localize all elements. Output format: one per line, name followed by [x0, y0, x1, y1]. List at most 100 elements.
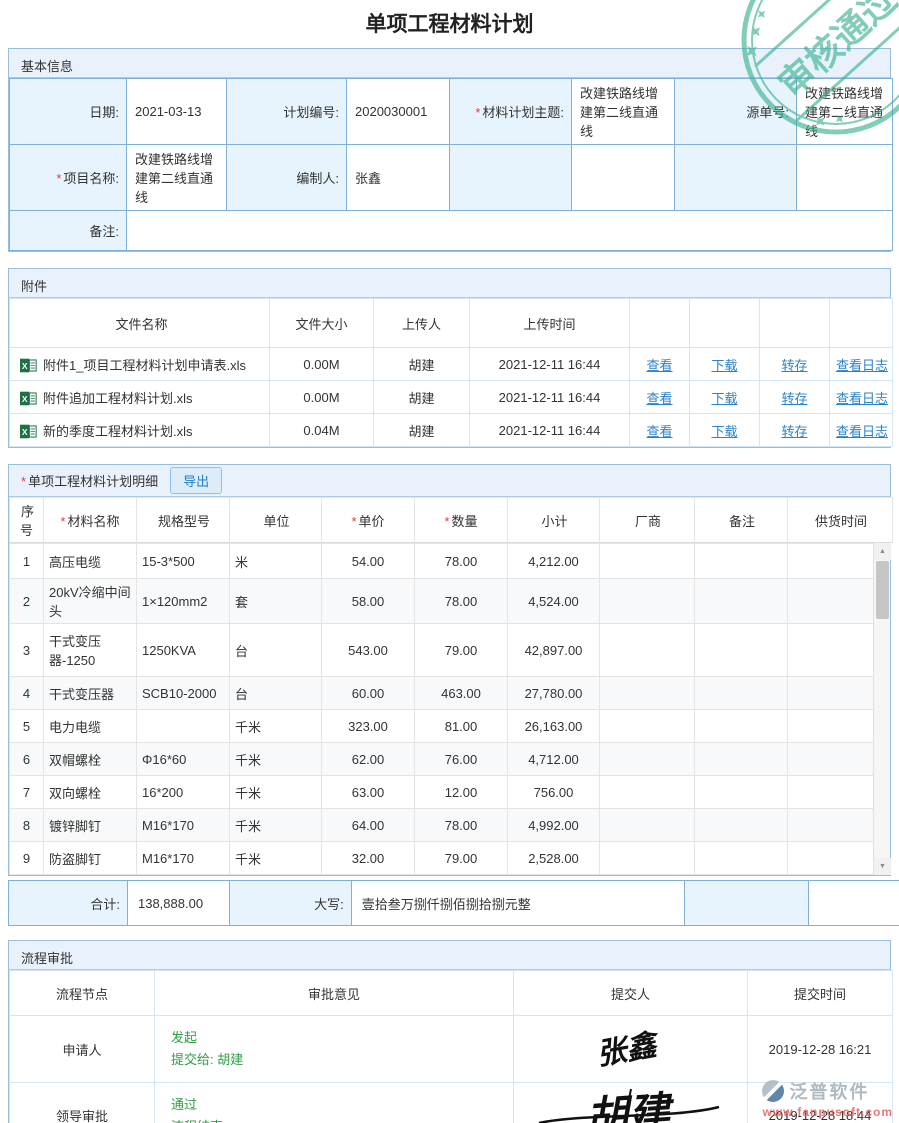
approval-row: 申请人 发起 提交给: 胡建 张鑫 2019-12-28 16:21	[10, 1016, 893, 1083]
material-row: 220kV冷缩中间头1×120mm2套58.0078.004,524.00	[10, 579, 876, 624]
col-empty	[830, 299, 893, 348]
detail-section-title: *单项工程材料计划明细	[21, 471, 158, 490]
col-submitter: 提交人	[514, 971, 748, 1016]
signature-image: 张鑫	[566, 1023, 696, 1073]
col-quantity: *数量	[415, 498, 508, 543]
material-row: 3干式变压器-12501250KVA台543.0079.0042,897.00	[10, 624, 876, 677]
col-empty	[760, 299, 830, 348]
total-label: 合计:	[9, 881, 128, 926]
col-unit: 单位	[230, 498, 322, 543]
save-as-link[interactable]: 转存	[781, 358, 807, 373]
svg-text:X: X	[22, 360, 28, 370]
empty-label-cell	[450, 145, 572, 211]
view-log-link[interactable]: 查看日志	[836, 424, 888, 439]
svg-text:X: X	[22, 393, 28, 403]
submit-time: 2019-12-28 16:21	[748, 1016, 893, 1083]
attachments-table: 文件名称 文件大小 上传人 上传时间 X附件1_项目工程材料计划申请表.xls …	[9, 298, 893, 447]
col-remark: 备注	[695, 498, 788, 543]
file-name-cell: X附件1_项目工程材料计划申请表.xls	[10, 348, 270, 381]
uploader: 胡建	[374, 381, 470, 414]
basic-info-section: 基本信息 日期: 2021-03-13 计划编号: 2020030001 *材料…	[8, 48, 891, 252]
export-button[interactable]: 导出	[170, 467, 222, 494]
col-process-node: 流程节点	[10, 971, 155, 1016]
required-asterisk: *	[475, 105, 480, 120]
totals-row: 合计: 138,888.00 大写: 壹拾叁万捌仟捌佰捌拾捌元整	[8, 880, 899, 926]
signature-image: 胡建	[531, 1083, 731, 1123]
material-row: 1高压电缆15-3*500米54.0078.004,212.00	[10, 544, 876, 579]
caps-label: 大写:	[229, 881, 351, 926]
col-subtotal: 小计	[508, 498, 600, 543]
download-link[interactable]: 下载	[711, 358, 737, 373]
col-empty	[690, 299, 760, 348]
caps-value: 壹拾叁万捌仟捌佰捌拾捌元整	[351, 881, 685, 926]
submitter-signature: 张鑫	[514, 1016, 748, 1083]
total-value: 138,888.00	[127, 881, 229, 926]
detail-header-row: 序号 *材料名称 规格型号 单位 *单价 *数量 小计 厂商 备注 供货时间	[9, 497, 893, 543]
material-row: 9防盗脚钉M16*170千米32.0079.002,528.00	[10, 842, 876, 875]
empty-value-cell	[797, 145, 893, 211]
remark-label: 备注:	[10, 211, 127, 251]
empty-value-cell	[809, 881, 899, 926]
excel-file-icon: X	[20, 390, 37, 407]
date-label: 日期:	[10, 79, 127, 145]
approval-row: 领导审批 通过 流程结束 胡建 2019-12-28 18:44	[10, 1083, 893, 1123]
source-no-label: 源单号:	[675, 79, 797, 145]
material-row: 4干式变压器SCB10-2000台60.00463.0027,780.00	[10, 677, 876, 710]
col-empty	[630, 299, 690, 348]
date-value: 2021-03-13	[127, 79, 227, 145]
submitter-signature: 胡建	[514, 1083, 748, 1123]
view-link[interactable]: 查看	[646, 391, 672, 406]
material-row: 5电力电缆千米323.0081.0026,163.00	[10, 710, 876, 743]
svg-text:X: X	[22, 426, 28, 436]
col-spec: 规格型号	[137, 498, 230, 543]
project-label: *项目名称:	[10, 145, 127, 211]
scrollbar-thumb[interactable]	[876, 561, 889, 619]
view-log-link[interactable]: 查看日志	[836, 391, 888, 406]
scroll-up-icon[interactable]: ▲	[874, 543, 891, 560]
attachments-section-title: 附件	[9, 269, 890, 298]
view-link[interactable]: 查看	[646, 358, 672, 373]
empty-value-cell	[572, 145, 675, 211]
approval-section-title: 流程审批	[9, 941, 890, 970]
vertical-scrollbar[interactable]: ▲ ▼	[873, 543, 890, 875]
page-title: 单项工程材料计划	[0, 0, 899, 48]
save-as-link[interactable]: 转存	[781, 391, 807, 406]
download-link[interactable]: 下载	[711, 391, 737, 406]
col-seq: 序号	[10, 498, 44, 543]
process-node: 申请人	[10, 1016, 155, 1083]
approval-table: 流程节点 审批意见 提交人 提交时间 申请人 发起 提交给: 胡建 张鑫 201…	[9, 970, 893, 1123]
subject-value: 改建铁路线增建第二线直通线	[572, 79, 675, 145]
save-as-link[interactable]: 转存	[781, 424, 807, 439]
uploader: 胡建	[374, 348, 470, 381]
col-unit-price: *单价	[322, 498, 415, 543]
scroll-down-icon[interactable]: ▼	[874, 858, 891, 875]
svg-text:张鑫: 张鑫	[593, 1027, 663, 1073]
file-size: 0.04M	[270, 414, 374, 447]
view-log-link[interactable]: 查看日志	[836, 358, 888, 373]
attachment-row: X附件1_项目工程材料计划申请表.xls 0.00M 胡建 2021-12-11…	[10, 348, 893, 381]
source-no-value: 改建铁路线增建第二线直通线	[797, 79, 893, 145]
file-name-cell: X新的季度工程材料计划.xls	[10, 414, 270, 447]
uploader: 胡建	[374, 414, 470, 447]
plan-no-value: 2020030001	[347, 79, 450, 145]
approval-opinion: 发起 提交给: 胡建	[155, 1016, 514, 1083]
attachment-row: X新的季度工程材料计划.xls 0.04M 胡建 2021-12-11 16:4…	[10, 414, 893, 447]
compiler-value: 张鑫	[347, 145, 450, 211]
view-link[interactable]: 查看	[646, 424, 672, 439]
download-link[interactable]: 下载	[711, 424, 737, 439]
remark-value	[127, 211, 893, 251]
page: 单项工程材料计划 审核通过 基本信息	[0, 0, 899, 1123]
empty-label-cell	[675, 145, 797, 211]
material-row: 7双向螺栓16*200千米63.0012.00756.00	[10, 776, 876, 809]
col-vendor: 厂商	[600, 498, 695, 543]
detail-section-title-bar: *单项工程材料计划明细 导出	[9, 465, 890, 497]
col-file-size: 文件大小	[270, 299, 374, 348]
required-asterisk: *	[21, 474, 26, 489]
upload-time: 2021-12-11 16:44	[470, 381, 630, 414]
material-row: 8镀锌脚钉M16*170千米64.0078.004,992.00	[10, 809, 876, 842]
col-approval-opinion: 审批意见	[155, 971, 514, 1016]
project-value: 改建铁路线增建第二线直通线	[127, 145, 227, 211]
col-uploader: 上传人	[374, 299, 470, 348]
col-upload-time: 上传时间	[470, 299, 630, 348]
empty-label-cell	[685, 881, 809, 926]
